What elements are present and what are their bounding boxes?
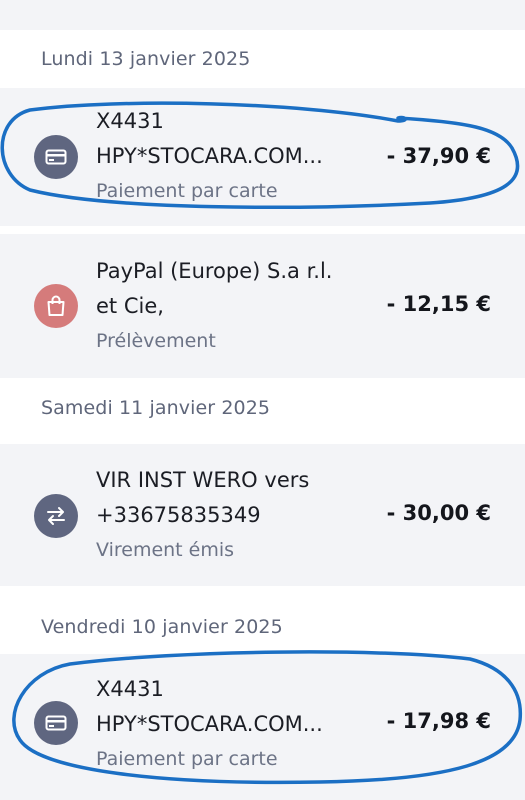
transaction-amount: - 12,15 € — [386, 292, 491, 316]
transaction-details: VIR INST WERO vers +33675835349 Virement… — [96, 463, 366, 568]
date-section-3: Vendredi 10 janvier 2025 — [0, 586, 525, 654]
transaction-row[interactable]: X4431 HPY*STOCARA.COM... Paiement par ca… — [0, 654, 525, 800]
transaction-amount: - 17,98 € — [386, 709, 491, 733]
transaction-amount: - 37,90 € — [386, 144, 491, 168]
credit-card-icon — [34, 135, 78, 179]
date-header: Samedi 11 janvier 2025 — [41, 397, 271, 419]
transaction-type: Virement émis — [96, 539, 235, 561]
transaction-amount: - 30,00 € — [386, 501, 491, 525]
date-section-2: Samedi 11 janvier 2025 — [0, 378, 525, 444]
shopping-bag-icon — [34, 284, 78, 328]
transaction-type: Prélèvement — [96, 330, 216, 352]
transaction-details: X4431 HPY*STOCARA.COM... Paiement par ca… — [96, 104, 366, 209]
date-header: Lundi 13 janvier 2025 — [41, 48, 251, 70]
credit-card-icon — [34, 701, 78, 745]
transaction-reference: X4431 — [96, 677, 164, 701]
row-separator — [0, 226, 525, 234]
transaction-row[interactable]: X4431 HPY*STOCARA.COM... Paiement par ca… — [0, 88, 525, 226]
transaction-merchant-cont: et Cie, — [96, 294, 164, 318]
transaction-merchant: HPY*STOCARA.COM... — [96, 712, 323, 736]
transaction-row[interactable]: PayPal (Europe) S.a r.l. et Cie, Prélève… — [0, 234, 525, 378]
transaction-details: PayPal (Europe) S.a r.l. et Cie, Prélève… — [96, 254, 366, 359]
date-section-1: Lundi 13 janvier 2025 — [0, 30, 525, 88]
transaction-merchant: VIR INST WERO vers — [96, 468, 310, 492]
transfer-arrows-icon — [34, 494, 78, 538]
transaction-merchant: PayPal (Europe) S.a r.l. — [96, 259, 333, 283]
transaction-recipient: +33675835349 — [96, 503, 261, 527]
transaction-type: Paiement par carte — [96, 180, 278, 202]
transaction-row[interactable]: VIR INST WERO vers +33675835349 Virement… — [0, 444, 525, 586]
transaction-merchant: HPY*STOCARA.COM... — [96, 144, 323, 168]
transaction-details: X4431 HPY*STOCARA.COM... Paiement par ca… — [96, 672, 366, 777]
transaction-type: Paiement par carte — [96, 748, 278, 770]
transaction-reference: X4431 — [96, 109, 164, 133]
